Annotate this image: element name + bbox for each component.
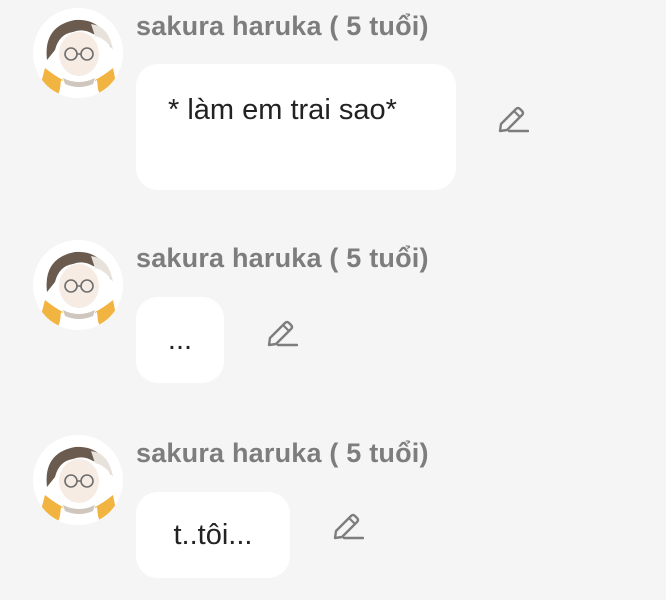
avatar-icon [33,435,123,525]
message-bubble[interactable]: ... [136,297,224,383]
avatar-icon [33,240,123,330]
sender-name: sakura haruka ( 5 tuổi) [136,438,429,468]
avatar-icon [33,8,123,98]
avatar[interactable] [33,8,123,98]
chat-message: sakura haruka ( 5 tuổi) ... [0,232,666,392]
chat-message: sakura haruka ( 5 tuổi) * làm em trai sa… [0,0,666,200]
pencil-icon[interactable] [264,314,299,348]
avatar[interactable] [33,240,123,330]
sender-name: sakura haruka ( 5 tuổi) [136,11,429,41]
message-bubble[interactable]: * làm em trai sao* [136,64,456,190]
pencil-icon[interactable] [330,507,365,541]
avatar[interactable] [33,435,123,525]
message-bubble[interactable]: t..tôi... [136,492,290,578]
chat-message: sakura haruka ( 5 tuổi) t..tôi... [0,427,666,587]
sender-name: sakura haruka ( 5 tuổi) [136,243,429,273]
pencil-icon[interactable] [495,100,530,134]
